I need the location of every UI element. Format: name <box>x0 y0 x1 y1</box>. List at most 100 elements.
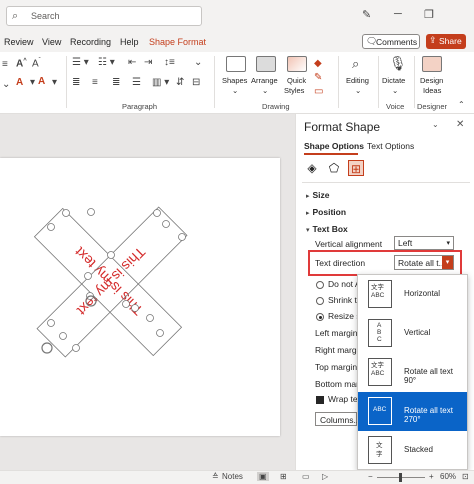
reading-view-icon[interactable]: ▭ <box>302 472 310 481</box>
tab-recording[interactable]: Recording <box>70 37 111 47</box>
arrange-icon[interactable] <box>256 56 276 72</box>
tab-underline <box>304 153 358 155</box>
wrap-text-checkbox[interactable] <box>316 396 324 404</box>
ribbon-separator <box>414 56 415 108</box>
pen-icon[interactable]: ✎ <box>362 8 371 21</box>
menu-item-horizontal[interactable]: 文字 ABC Horizontal <box>358 275 467 314</box>
group-label-designer: Designer <box>417 102 448 111</box>
zoom-in-button[interactable]: + <box>429 472 434 481</box>
design-ideas-label-1[interactable]: Design <box>420 76 443 85</box>
design-ideas-label-2[interactable]: Ideas <box>423 86 441 95</box>
quick-styles-label-1[interactable]: Quick <box>287 76 306 85</box>
chevron-down-icon[interactable]: ⌄ <box>355 86 361 95</box>
tab-shape-format[interactable]: Shape Format <box>149 37 206 47</box>
justify-icon[interactable]: ☰ <box>132 77 141 88</box>
tab-review[interactable]: Review <box>4 37 34 47</box>
tab-help[interactable]: Help <box>120 37 139 47</box>
decrease-indent-icon[interactable]: ⇤ <box>128 57 136 68</box>
highlight-icon[interactable]: A <box>16 77 23 88</box>
font-color-icon[interactable]: A <box>38 76 45 87</box>
text-direction-icon[interactable]: ⇵ <box>176 77 184 88</box>
chevron-down-icon[interactable]: ⌄ <box>262 86 268 95</box>
restore-button[interactable]: ❐ <box>424 8 434 21</box>
effects-icon[interactable]: ⬠ <box>326 160 342 176</box>
font-size-up-icon[interactable]: A^ <box>16 58 27 69</box>
paragraph-more-icon[interactable]: ⌄ <box>194 57 202 68</box>
menu-item-rotate-270[interactable]: ABC Rotate all text 270° <box>358 392 467 431</box>
collapse-ribbon-icon[interactable]: ⌃ <box>458 100 465 109</box>
size-properties-icon[interactable]: ⊞ <box>348 160 364 176</box>
ribbon-separator <box>66 56 67 108</box>
design-ideas-icon[interactable] <box>422 56 442 72</box>
columns-icon[interactable]: ▥ ▾ <box>152 77 169 88</box>
fill-line-icon[interactable]: ◈ <box>304 160 320 176</box>
numbering-icon[interactable]: ☷ ▾ <box>98 57 115 68</box>
share-label: Share <box>439 36 462 46</box>
font-size-down-icon[interactable]: Aˇ <box>32 58 41 69</box>
microphone-icon[interactable]: 🎙 <box>389 55 407 72</box>
section-size-label: Size <box>312 190 330 200</box>
section-size[interactable]: ▸ Size <box>306 190 330 200</box>
chevron-down-icon[interactable]: ⌄ <box>392 86 398 95</box>
comments-button[interactable]: 🗨 Comments <box>362 34 420 49</box>
section-position[interactable]: ▸ Position <box>306 207 346 217</box>
slideshow-icon[interactable]: ▷ <box>322 472 328 481</box>
arrange-button-label[interactable]: Arrange <box>251 76 278 85</box>
slide[interactable]: This is my text This is my text <box>0 158 280 436</box>
dictate-button-label[interactable]: Dictate <box>382 76 405 85</box>
radio-resize-shape[interactable] <box>316 313 324 321</box>
shape-outline-icon[interactable]: ✎ <box>314 72 322 83</box>
notes-button[interactable]: Notes <box>222 472 243 481</box>
zoom-slider-thumb[interactable] <box>399 473 402 482</box>
vertical-alignment-label: Vertical alignment <box>315 239 383 249</box>
zoom-out-button[interactable]: − <box>368 472 373 481</box>
shape-fill-icon[interactable]: ◆ <box>314 58 322 69</box>
notes-icon[interactable]: ≙ <box>212 472 219 481</box>
shapes-icon[interactable] <box>226 56 246 72</box>
align-text-icon[interactable]: ⊟ <box>192 77 200 88</box>
editing-icon[interactable]: ⌕ <box>352 56 359 72</box>
radio-shrink-text[interactable] <box>316 297 324 305</box>
slide-shapes[interactable]: This is my text This is my text <box>0 158 280 436</box>
menu-item-vertical[interactable]: ABC Vertical <box>358 314 467 353</box>
font-color-dropdown-icon[interactable]: ▾ <box>52 77 57 88</box>
slide-sorter-icon[interactable]: ⊞ <box>280 472 287 481</box>
quick-styles-icon[interactable] <box>287 56 307 72</box>
minimize-button[interactable]: ─ <box>394 8 402 20</box>
pane-options-chevron-icon[interactable]: ⌄ <box>432 120 439 129</box>
tab-text-options[interactable]: Text Options <box>367 141 414 151</box>
line-spacing-icon[interactable]: ↕≡ <box>164 57 175 68</box>
clear-format-icon[interactable]: ▾ <box>30 77 35 88</box>
text-color-icon[interactable]: ⌄ <box>2 79 10 90</box>
columns-button[interactable]: Columns... <box>315 412 361 426</box>
zoom-level[interactable]: 60% <box>440 472 456 481</box>
radio-do-not-autofit[interactable] <box>316 281 324 289</box>
columns-label: Columns... <box>320 414 361 425</box>
menu-item-rotate-90[interactable]: 文字 ABC Rotate all text 90° <box>358 353 467 392</box>
share-button[interactable]: ⇪ Share <box>426 34 466 49</box>
menu-item-label: Vertical <box>404 328 431 337</box>
fit-slide-icon[interactable]: ⊡ <box>462 472 469 481</box>
close-icon[interactable]: ✕ <box>456 119 464 130</box>
quick-styles-label-2[interactable]: Styles <box>284 86 304 95</box>
chevron-down-icon[interactable]: ⌄ <box>232 86 238 95</box>
search-box[interactable]: ⌕ Search <box>6 6 202 26</box>
tab-shape-options[interactable]: Shape Options <box>304 141 364 151</box>
vertical-alignment-select[interactable]: Left ▾ <box>394 236 454 250</box>
shape-effects-icon[interactable]: ▭ <box>314 86 323 97</box>
bullets-icon[interactable]: ☰ ▾ <box>72 57 89 68</box>
align-right-icon[interactable]: ≣ <box>112 77 120 88</box>
normal-view-icon[interactable]: ▣ <box>257 472 269 481</box>
rotate-handle-icon[interactable] <box>41 342 53 354</box>
search-icon: ⌕ <box>12 10 19 22</box>
ribbon-separator <box>214 56 215 108</box>
increase-indent-icon[interactable]: ⇥ <box>144 57 152 68</box>
align-center-icon[interactable]: ≡ <box>92 77 98 88</box>
list-icon[interactable]: ≡ <box>2 59 8 70</box>
align-left-icon[interactable]: ≣ <box>72 77 80 88</box>
tab-view[interactable]: View <box>42 37 61 47</box>
shapes-button-label[interactable]: Shapes <box>222 76 247 85</box>
section-text-box[interactable]: ▾ Text Box <box>306 224 348 234</box>
menu-item-stacked[interactable]: 文字 Stacked <box>358 431 467 470</box>
editing-button-label[interactable]: Editing <box>346 76 369 85</box>
